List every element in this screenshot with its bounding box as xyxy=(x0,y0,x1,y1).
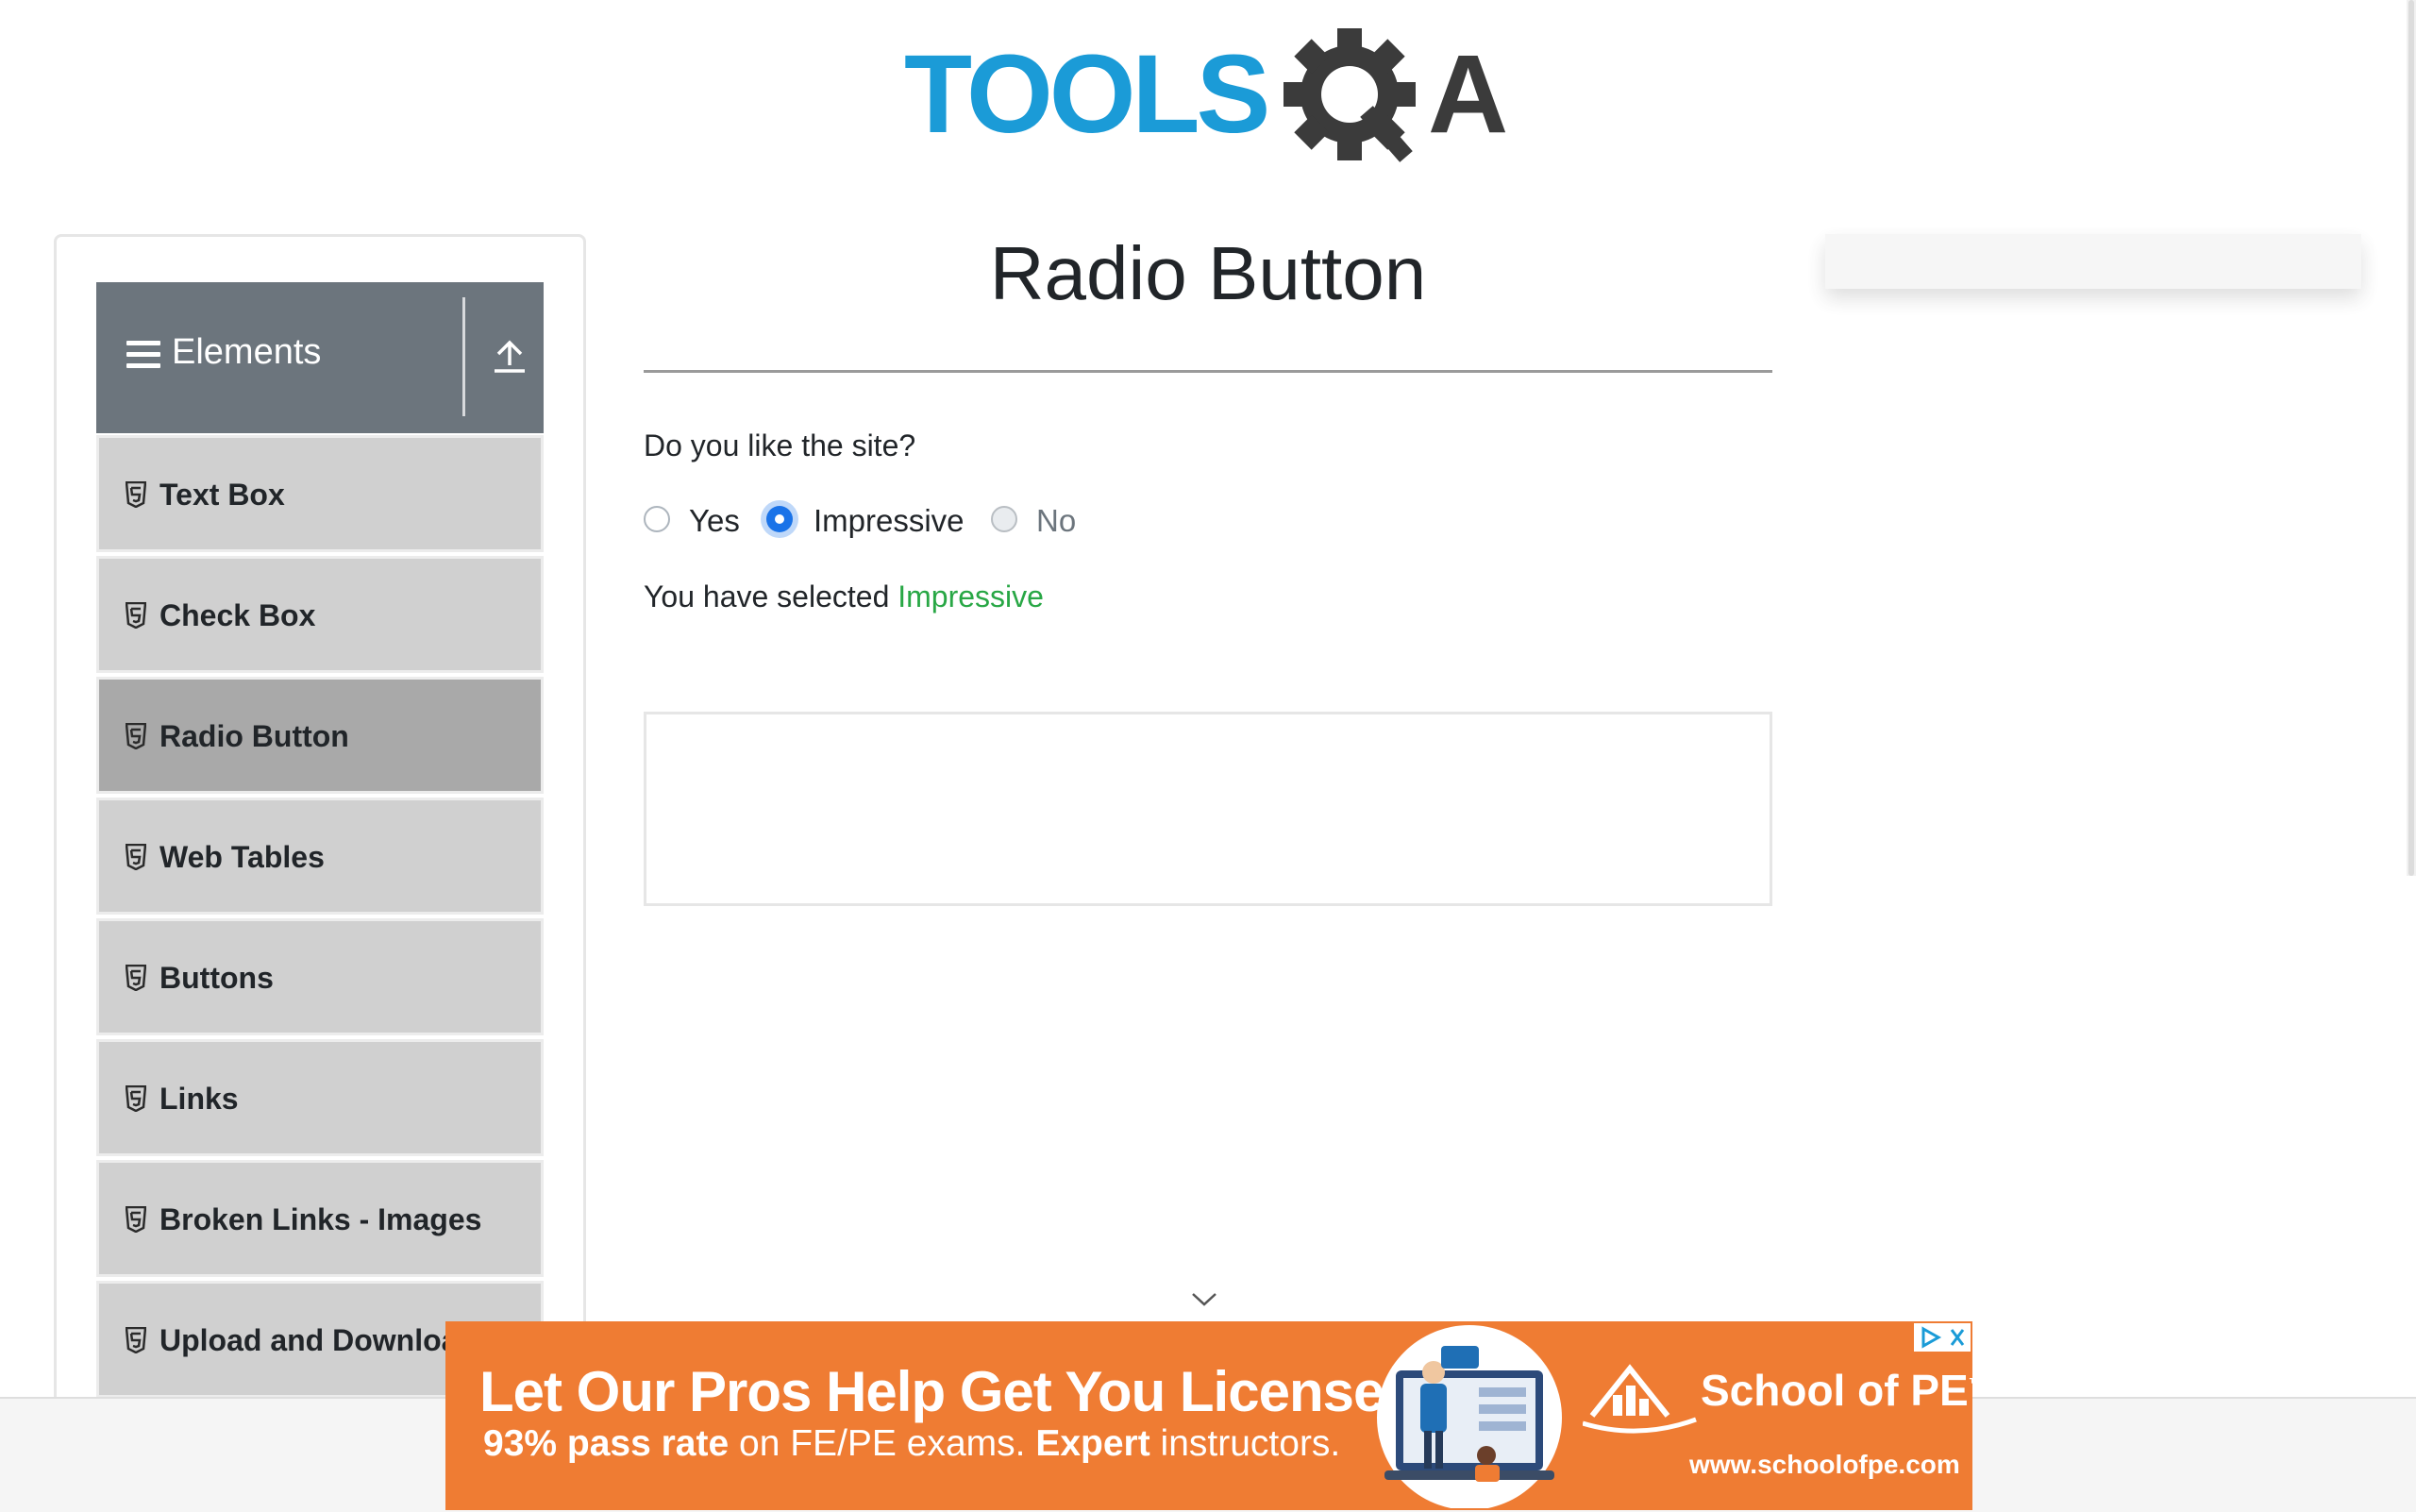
result-prefix: You have selected xyxy=(644,580,890,613)
scrollbar-thumb[interactable] xyxy=(2408,0,2414,876)
sidebar-item-label: Web Tables xyxy=(159,840,325,874)
page-title: Radio Button xyxy=(989,231,1427,315)
yes-radio[interactable] xyxy=(644,506,670,532)
sidebar-item-label: Check Box xyxy=(159,598,316,632)
adchoices-icon[interactable] xyxy=(1914,1323,1971,1352)
header-divider xyxy=(462,297,465,416)
radio-option-yes[interactable]: Yes xyxy=(644,500,747,542)
yes-label[interactable]: Yes xyxy=(689,500,740,542)
html5-icon xyxy=(126,602,146,629)
sidebar-item-label: Buttons xyxy=(159,961,274,995)
sidebar-item-label: Upload and Download xyxy=(159,1323,477,1357)
ad-sub-part: 93% pass rate xyxy=(483,1423,730,1464)
sidebar-item-label: Radio Button xyxy=(159,719,349,753)
toolsqa-logo[interactable]: TOOLS A xyxy=(904,26,1518,177)
page-scrollbar[interactable] xyxy=(2407,0,2416,876)
html5-icon xyxy=(126,723,146,749)
ad-banner[interactable]: Let Our Pros Help Get You Licensed 93% p… xyxy=(445,1321,1972,1510)
title-divider xyxy=(644,370,1772,373)
sidebar-item-buttons[interactable]: Buttons xyxy=(96,918,544,1035)
sidebar-item-broken-links-images[interactable]: Broken Links - Images xyxy=(96,1160,544,1277)
ad-sub-part: Expert xyxy=(1035,1423,1150,1464)
no-radio xyxy=(991,506,1017,532)
sidebar-item-text-box[interactable]: Text Box xyxy=(96,435,544,552)
hamburger-icon xyxy=(126,339,160,371)
elements-group-header[interactable]: Elements xyxy=(96,282,544,433)
radio-option-impressive[interactable]: Impressive xyxy=(766,500,974,542)
html5-icon xyxy=(126,1206,146,1233)
sidebar-item-radio-button[interactable]: Radio Button xyxy=(96,677,544,794)
ad-sub-part: instructors. xyxy=(1160,1423,1341,1464)
result-value: Impressive xyxy=(898,580,1044,613)
gear-icon xyxy=(1284,28,1416,162)
ad-sub-part: on FE/PE exams. xyxy=(739,1423,1026,1464)
ad-headline[interactable]: Let Our Pros Help Get You Licensed xyxy=(479,1359,1418,1424)
group-title: Elements xyxy=(172,332,322,372)
side-ad-placeholder[interactable] xyxy=(1825,234,2361,289)
html5-icon xyxy=(126,965,146,991)
sidebar-item-label: Text Box xyxy=(159,478,285,512)
ad-brand-trademark: ™ xyxy=(1969,1375,1972,1394)
sidebar-item-check-box[interactable]: Check Box xyxy=(96,556,544,673)
ad-subline[interactable]: 93% pass rate on FE/PE exams. Expert ins… xyxy=(483,1423,1340,1465)
sidebar-item-links[interactable]: Links xyxy=(96,1039,544,1156)
no-label: No xyxy=(1036,503,1077,538)
radio-option-no: No xyxy=(991,500,1095,542)
school-of-pe-logo-icon xyxy=(1583,1364,1697,1434)
instructor-illustration-icon xyxy=(1377,1325,1562,1508)
question-label: Do you like the site? xyxy=(644,428,916,462)
collapse-up-icon[interactable] xyxy=(493,337,527,375)
ad-url[interactable]: www.schoolofpe.com xyxy=(1689,1450,1960,1480)
impressive-radio[interactable] xyxy=(766,506,793,532)
sidebar-item-label: Broken Links - Images xyxy=(159,1202,482,1236)
sidebar-item-label: Links xyxy=(159,1082,239,1116)
html5-icon xyxy=(126,481,146,508)
ad-brand-text: School of PE xyxy=(1701,1366,1969,1415)
sidebar-item-web-tables[interactable]: Web Tables xyxy=(96,798,544,915)
html5-icon xyxy=(126,1327,146,1353)
selection-result: You have selected Impressive xyxy=(644,576,1044,617)
svg-text:TOOLS: TOOLS xyxy=(904,32,1267,157)
html5-icon xyxy=(126,1085,146,1112)
html5-icon xyxy=(126,844,146,870)
content-placeholder-box xyxy=(644,712,1772,906)
impressive-label[interactable]: Impressive xyxy=(814,500,965,542)
svg-text:A: A xyxy=(1428,32,1508,157)
ad-brand-name[interactable]: School of PE™ xyxy=(1701,1365,1972,1416)
sidebar: Elements Text Box Check Box Radio Button We… xyxy=(54,234,586,1489)
chevron-down-icon[interactable] xyxy=(1191,1291,1217,1308)
